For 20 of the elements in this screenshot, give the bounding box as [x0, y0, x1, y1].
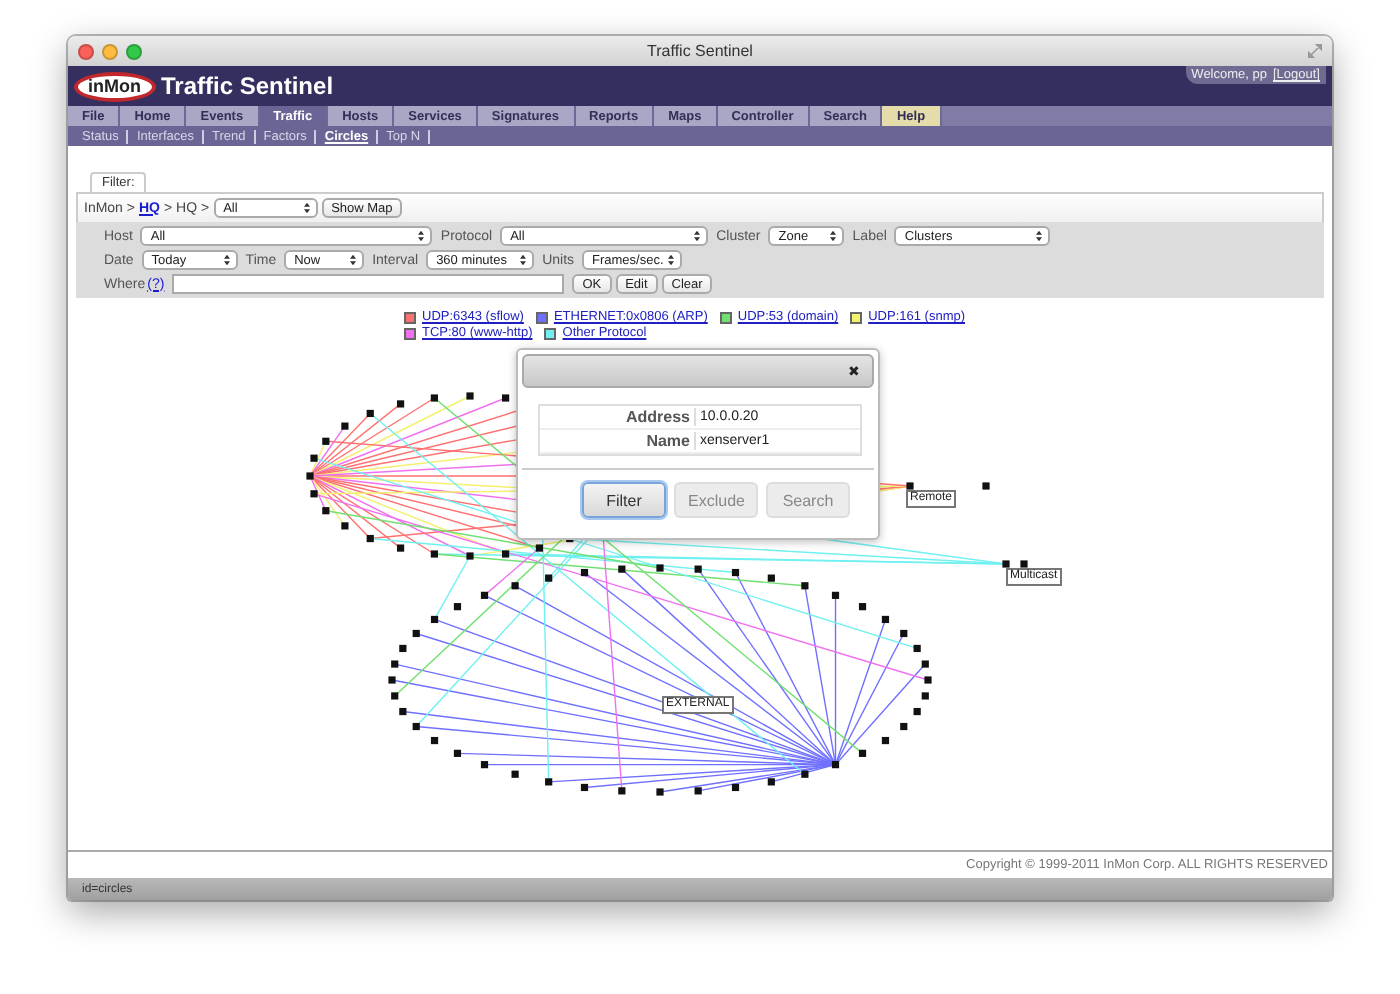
- maximize-window-icon[interactable]: [126, 43, 142, 59]
- dropdown-arrows-icon: [520, 254, 527, 266]
- app-title: Traffic Sentinel: [161, 72, 334, 100]
- window-title: Traffic Sentinel: [645, 42, 755, 60]
- dropdown-arrows-icon: [830, 230, 837, 242]
- close-window-icon[interactable]: [78, 43, 94, 59]
- dropdown-arrows-icon: [303, 202, 310, 214]
- field-label: Name: [540, 432, 696, 450]
- dropdown-arrows-icon: [223, 254, 230, 266]
- dropdown-arrows-icon: [350, 254, 357, 266]
- field-label: Address: [540, 408, 696, 426]
- logo: inMon: [74, 71, 155, 101]
- fullscreen-icon[interactable]: [1308, 44, 1322, 58]
- where-input-field[interactable]: [172, 274, 565, 294]
- dropdown-arrows-icon: [694, 230, 701, 242]
- dropdown-arrows-icon: [668, 254, 675, 266]
- dropdown-arrows-icon: [1036, 230, 1043, 242]
- minimize-window-icon[interactable]: [102, 43, 118, 59]
- dialog-button[interactable]: Filter: [582, 482, 666, 518]
- dropdown-arrows-icon: [418, 230, 425, 242]
